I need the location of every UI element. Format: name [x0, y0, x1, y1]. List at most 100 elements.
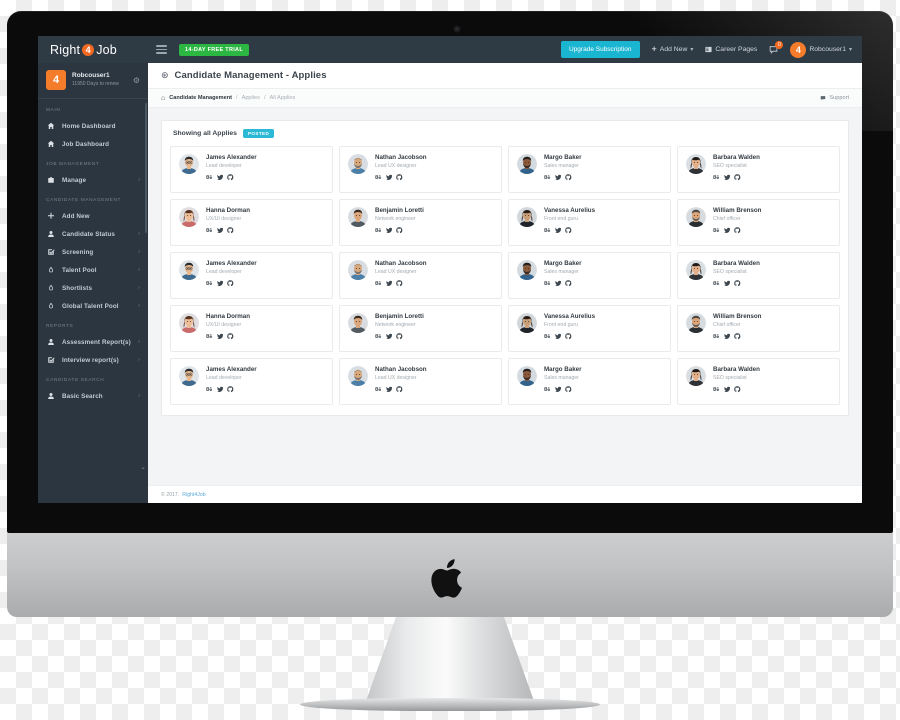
twitter-link[interactable]	[554, 386, 561, 393]
sidebar-item-talent-pool[interactable]: Talent Pool ›	[38, 261, 148, 279]
twitter-link[interactable]	[216, 227, 223, 234]
candidate-card[interactable]: James Alexander Lead developer	[170, 358, 333, 405]
github-link[interactable]	[396, 280, 403, 287]
twitter-link[interactable]	[554, 333, 561, 340]
upgrade-subscription-button[interactable]: Upgrade Subscription	[561, 41, 640, 58]
twitter-link[interactable]	[385, 280, 392, 287]
sidebar-item-manage[interactable]: Manage ›	[38, 171, 148, 189]
twitter-link[interactable]	[385, 174, 392, 181]
sidebar-item-job-dashboard[interactable]: Job Dashboard	[38, 135, 148, 153]
breadcrumb-level2[interactable]: Applies	[242, 95, 260, 101]
support-link[interactable]: Support	[820, 95, 849, 101]
add-new-button[interactable]: + Add New ▾	[652, 45, 694, 54]
behance-link[interactable]	[375, 227, 382, 234]
sidebar-item-candidate-status[interactable]: Candidate Status ›	[38, 225, 148, 243]
twitter-link[interactable]	[385, 386, 392, 393]
candidate-card[interactable]: Barbara Walden SEO specialist	[677, 358, 840, 405]
footer-brand-link[interactable]: Right4Job	[182, 492, 205, 498]
behance-link[interactable]	[375, 333, 382, 340]
github-link[interactable]	[734, 280, 741, 287]
github-link[interactable]	[565, 227, 572, 234]
chevron-down-icon[interactable]: ⌄	[140, 463, 146, 471]
hamburger-icon[interactable]	[156, 45, 167, 54]
behance-link[interactable]	[544, 227, 551, 234]
github-link[interactable]	[565, 280, 572, 287]
github-link[interactable]	[227, 280, 234, 287]
behance-link[interactable]	[713, 333, 720, 340]
sidebar-profile[interactable]: 4 Robcouser1 11950 Days to renew ⚙	[38, 63, 148, 99]
sidebar-item-add-new[interactable]: Add New	[38, 207, 148, 225]
twitter-link[interactable]	[723, 280, 730, 287]
twitter-link[interactable]	[385, 333, 392, 340]
behance-link[interactable]	[713, 174, 720, 181]
github-link[interactable]	[734, 227, 741, 234]
behance-link[interactable]	[713, 386, 720, 393]
behance-link[interactable]	[375, 386, 382, 393]
gear-icon[interactable]: ⚙	[133, 76, 140, 85]
twitter-link[interactable]	[216, 333, 223, 340]
twitter-link[interactable]	[723, 227, 730, 234]
candidate-card[interactable]: Vanessa Aurelius Front end guru	[508, 199, 671, 246]
candidate-card[interactable]: Benjamin Loretti Network engineer	[339, 199, 502, 246]
user-menu[interactable]: 4 Robcouser1 ▾	[790, 41, 852, 58]
candidate-card[interactable]: Hanna Dorman UX/UI designer	[170, 305, 333, 352]
github-link[interactable]	[227, 386, 234, 393]
behance-link[interactable]	[206, 174, 213, 181]
candidate-card[interactable]: Nathan Jacobson Lead UX designer	[339, 146, 502, 193]
github-link[interactable]	[227, 333, 234, 340]
twitter-link[interactable]	[723, 174, 730, 181]
behance-link[interactable]	[206, 227, 213, 234]
behance-link[interactable]	[206, 386, 213, 393]
twitter-link[interactable]	[216, 280, 223, 287]
career-pages-button[interactable]: Career Pages	[705, 46, 757, 53]
github-link[interactable]	[565, 174, 572, 181]
brand-logo[interactable]: Right 4 Job	[38, 43, 148, 57]
sidebar-item-assessment-report-s[interactable]: Assessment Report(s) ›	[38, 333, 148, 351]
twitter-link[interactable]	[554, 227, 561, 234]
twitter-link[interactable]	[385, 227, 392, 234]
candidate-card[interactable]: William Brenson Chief officer	[677, 305, 840, 352]
sidebar-item-shortlists[interactable]: Shortlists ›	[38, 279, 148, 297]
github-link[interactable]	[396, 227, 403, 234]
candidate-card[interactable]: Margo Baker Sales manager	[508, 146, 671, 193]
sidebar-item-basic-search[interactable]: Basic Search ›	[38, 387, 148, 405]
twitter-link[interactable]	[554, 174, 561, 181]
behance-link[interactable]	[544, 280, 551, 287]
candidate-card[interactable]: Nathan Jacobson Lead UX designer	[339, 252, 502, 299]
behance-link[interactable]	[375, 280, 382, 287]
github-link[interactable]	[734, 333, 741, 340]
github-link[interactable]	[396, 333, 403, 340]
sidebar-scrollbar[interactable]	[145, 103, 147, 233]
sidebar-item-screening[interactable]: Screening ›	[38, 243, 148, 261]
sidebar-item-interview-report-s[interactable]: Interview report(s) ›	[38, 351, 148, 369]
behance-link[interactable]	[375, 174, 382, 181]
github-link[interactable]	[227, 227, 234, 234]
twitter-link[interactable]	[554, 280, 561, 287]
github-link[interactable]	[396, 174, 403, 181]
sidebar-item-home-dashboard[interactable]: Home Dashboard	[38, 117, 148, 135]
behance-link[interactable]	[544, 174, 551, 181]
candidate-card[interactable]: Hanna Dorman UX/UI designer	[170, 199, 333, 246]
notifications-button[interactable]: 0	[769, 41, 784, 54]
twitter-link[interactable]	[723, 386, 730, 393]
github-link[interactable]	[227, 174, 234, 181]
behance-link[interactable]	[544, 386, 551, 393]
candidate-card[interactable]: William Brenson Chief officer	[677, 199, 840, 246]
candidate-card[interactable]: Margo Baker Sales manager	[508, 358, 671, 405]
behance-link[interactable]	[713, 227, 720, 234]
candidate-card[interactable]: Vanessa Aurelius Front end guru	[508, 305, 671, 352]
twitter-link[interactable]	[216, 174, 223, 181]
behance-link[interactable]	[713, 280, 720, 287]
github-link[interactable]	[565, 333, 572, 340]
github-link[interactable]	[396, 386, 403, 393]
behance-link[interactable]	[206, 333, 213, 340]
sidebar-item-global-talent-pool[interactable]: Global Talent Pool ›	[38, 297, 148, 315]
github-link[interactable]	[565, 386, 572, 393]
github-link[interactable]	[734, 174, 741, 181]
github-link[interactable]	[734, 386, 741, 393]
behance-link[interactable]	[544, 333, 551, 340]
twitter-link[interactable]	[216, 386, 223, 393]
candidate-card[interactable]: Barbara Walden SEO specialist	[677, 146, 840, 193]
behance-link[interactable]	[206, 280, 213, 287]
candidate-card[interactable]: Nathan Jacobson Lead UX designer	[339, 358, 502, 405]
